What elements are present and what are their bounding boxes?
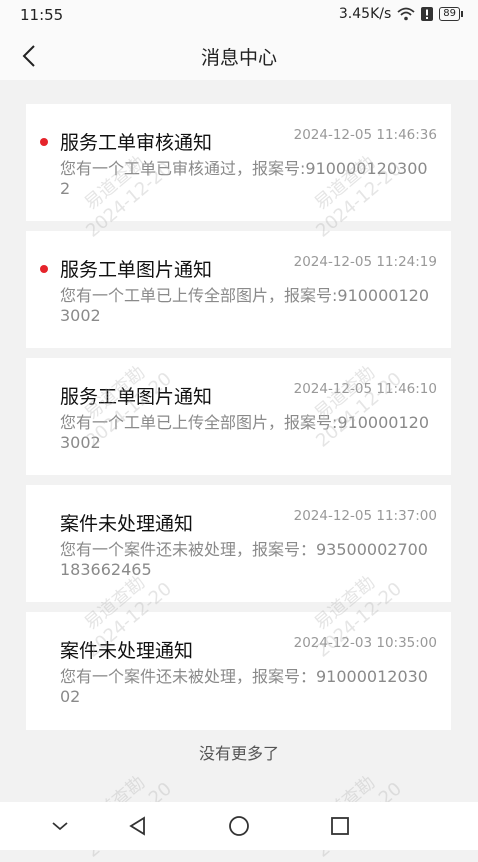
message-time: 2024-12-05 11:46:36 bbox=[293, 127, 437, 143]
message-body: 您有一个案件还未被处理，报案号：9100001203002 bbox=[60, 667, 428, 706]
unread-dot bbox=[40, 138, 48, 146]
message-time: 2024-12-03 10:35:00 bbox=[293, 635, 437, 651]
message-card[interactable]: 服务工单图片通知 2024-12-05 11:46:10 您有一个工单已上传全部… bbox=[26, 358, 451, 475]
page-title: 消息中心 bbox=[200, 47, 277, 69]
network-speed: 3.45K/s bbox=[338, 6, 392, 22]
recents-square-icon[interactable] bbox=[326, 812, 354, 840]
back-triangle-icon[interactable] bbox=[124, 812, 152, 840]
message-body: 您有一个案件还未被处理，报案号：93500002700183662465 bbox=[60, 540, 428, 579]
wifi-icon bbox=[397, 7, 415, 21]
message-title: 服务工单审核通知 bbox=[60, 132, 213, 154]
message-card[interactable]: 案件未处理通知 2024-12-05 11:37:00 您有一个案件还未被处理，… bbox=[26, 485, 451, 602]
message-list: 服务工单审核通知 2024-12-05 11:46:36 您有一个工单已审核通过… bbox=[26, 104, 451, 740]
message-time: 2024-12-05 11:46:10 bbox=[293, 381, 437, 397]
chevron-down-icon[interactable] bbox=[46, 812, 74, 840]
message-body: 您有一个工单已上传全部图片，报案号:9100001203002 bbox=[60, 413, 430, 452]
message-body: 您有一个工单已上传全部图片，报案号:9100001203002 bbox=[60, 286, 430, 325]
no-more-text: 没有更多了 bbox=[198, 744, 279, 763]
battery-icon: 89 bbox=[439, 7, 463, 21]
system-nav-bar bbox=[0, 802, 478, 850]
home-circle-icon[interactable] bbox=[225, 812, 253, 840]
message-body: 您有一个工单已审核通过，报案号:9100001203002 bbox=[60, 159, 428, 198]
message-time: 2024-12-05 11:37:00 bbox=[293, 508, 437, 524]
status-time: 11:55 bbox=[20, 6, 64, 24]
alert-icon bbox=[421, 7, 434, 21]
status-bar: 11:55 3.45K/s 89 bbox=[0, 0, 478, 32]
header-bar: 消息中心 bbox=[0, 32, 478, 80]
message-title: 案件未处理通知 bbox=[60, 640, 194, 662]
message-title: 服务工单图片通知 bbox=[60, 386, 213, 408]
message-card[interactable]: 案件未处理通知 2024-12-03 10:35:00 您有一个案件还未被处理，… bbox=[26, 612, 451, 730]
message-card[interactable]: 服务工单图片通知 2024-12-05 11:24:19 您有一个工单已上传全部… bbox=[26, 231, 451, 348]
message-card[interactable]: 服务工单审核通知 2024-12-05 11:46:36 您有一个工单已审核通过… bbox=[26, 104, 451, 221]
unread-dot bbox=[40, 265, 48, 273]
status-icons: 3.45K/s 89 bbox=[338, 6, 463, 22]
message-title: 服务工单图片通知 bbox=[60, 259, 213, 281]
message-title: 案件未处理通知 bbox=[60, 513, 194, 535]
message-time: 2024-12-05 11:24:19 bbox=[293, 254, 437, 270]
